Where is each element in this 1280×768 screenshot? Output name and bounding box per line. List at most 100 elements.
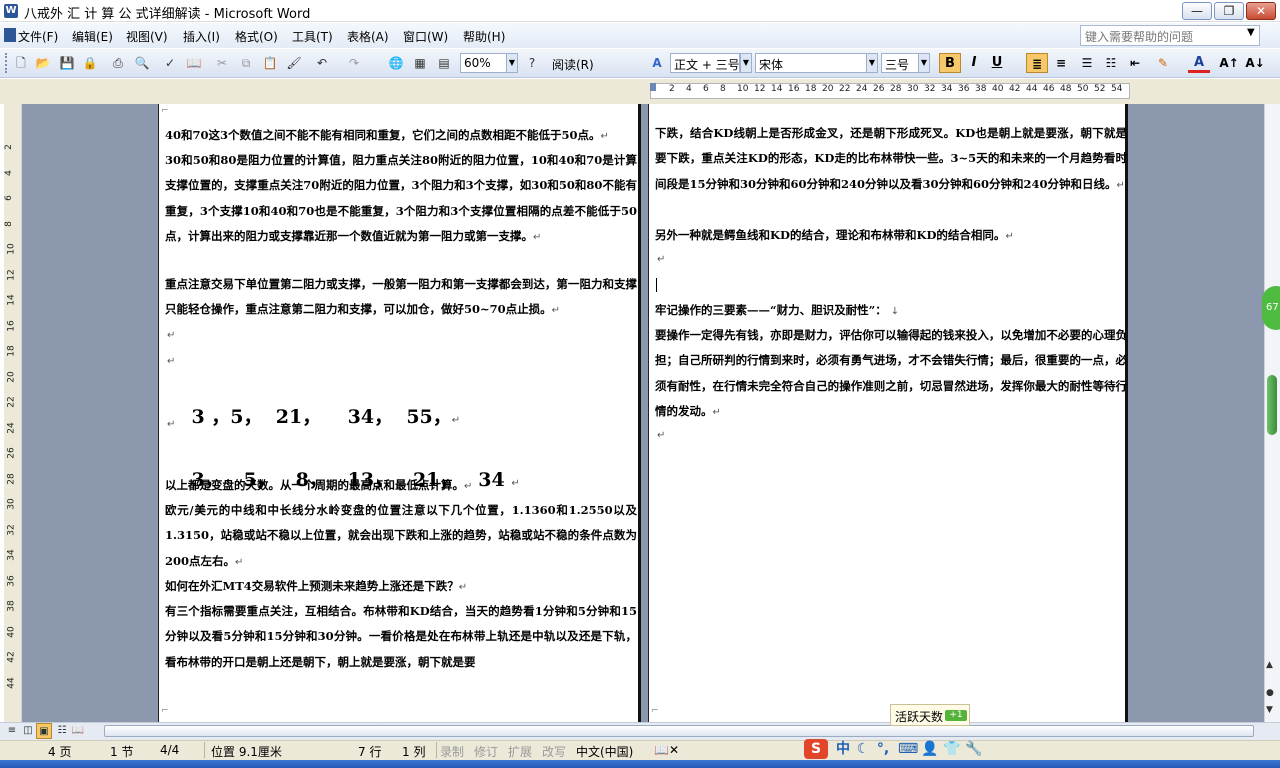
sogou-ime-logo[interactable]: S (804, 739, 828, 759)
style-dropdown-arrow-icon[interactable]: ▼ (740, 53, 752, 73)
ruler-tick-label: 48 (1060, 84, 1072, 94)
font-select[interactable]: 宋体 (755, 53, 867, 73)
print-icon[interactable]: ⎙ (108, 53, 128, 73)
underline-button[interactable]: U (986, 53, 1008, 73)
menu-file[interactable]: 文件(F) (18, 28, 58, 45)
spelling-status-icon[interactable]: 📖✕ (654, 743, 679, 757)
status-section: 1 节 (110, 745, 134, 759)
research-icon[interactable]: 📖 (184, 53, 204, 73)
zoom-dropdown-arrow-icon[interactable]: ▼ (506, 53, 518, 73)
italic-button[interactable]: I (963, 53, 985, 73)
document-page-right[interactable]: 下跌，结合KD线朝上是否形成金叉，还是朝下形成死叉。KD也是朝上就是要涨，朝下就… (648, 104, 1128, 722)
font-color-icon[interactable]: A (1188, 53, 1210, 73)
font-size-select[interactable]: 三号 (881, 53, 919, 73)
normal-view-icon[interactable]: ≡ (4, 723, 20, 739)
grow-font-icon[interactable]: A↑ (1218, 53, 1240, 73)
paragraph[interactable]: 以上都是变盘的天数。从一个周期的最高点和最低点计算。↵ (165, 473, 637, 499)
styles-pane-icon[interactable]: A (647, 53, 667, 73)
first-line-indent-marker[interactable] (650, 83, 656, 91)
menu-table[interactable]: 表格(A) (347, 28, 389, 45)
paragraph[interactable]: 30和50和80是阻力位置的计算值，阻力重点关注80附近的阻力位置，10和40和… (165, 148, 637, 251)
horizontal-scroll-thumb[interactable] (104, 725, 1254, 737)
help-dropdown-arrow-icon[interactable]: ▼ (1247, 27, 1255, 38)
numbered-list-icon[interactable]: ☰ (1076, 53, 1098, 73)
paragraph[interactable]: 有三个指标需要重点关注，互相结合。布林带和KD结合，当天的趋势看1分钟和5分钟和… (165, 599, 637, 675)
help-search-input[interactable]: 键入需要帮助的问题 (1080, 25, 1260, 46)
restore-button[interactable]: ❐ (1214, 2, 1244, 20)
menu-format[interactable]: 格式(O) (235, 28, 278, 45)
paragraph[interactable]: 40和70这3个数值之间不能不能有相同和重复，它们之间的点数相距不能低于50点。… (165, 123, 637, 149)
document-page-left[interactable]: ⌐ 40和70这3个数值之间不能不能有相同和重复，它们之间的点数相距不能低于50… (158, 104, 638, 722)
font-size-dropdown-arrow-icon[interactable]: ▼ (918, 53, 930, 73)
print-preview-icon[interactable]: 🔍 (132, 53, 152, 73)
print-layout-view-icon[interactable]: ▣ (36, 723, 52, 739)
open-folder-icon[interactable]: 📂 (33, 53, 53, 73)
cut-icon[interactable]: ✂ (212, 53, 232, 73)
minimize-button[interactable]: — (1182, 2, 1212, 20)
next-page-icon[interactable]: ▼ (1266, 705, 1273, 715)
word-app-icon[interactable]: W (4, 4, 18, 18)
status-extend[interactable]: 扩展 (508, 743, 532, 760)
moon-icon[interactable]: ☾ (854, 739, 872, 759)
status-track-changes[interactable]: 修订 (474, 743, 498, 760)
paragraph[interactable]: 下跌，结合KD线朝上是否形成金叉，还是朝下形成死叉。KD也是朝上就是要涨，朝下就… (655, 121, 1127, 198)
read-mode-button[interactable]: 阅读(R) (552, 56, 594, 73)
web-layout-view-icon[interactable]: ◫ (20, 723, 36, 739)
close-button[interactable]: ✕ (1246, 2, 1276, 20)
reading-layout-view-icon[interactable]: 📖 (70, 723, 86, 739)
select-browse-object-icon[interactable]: ● (1266, 688, 1274, 698)
menu-help[interactable]: 帮助(H) (463, 28, 505, 45)
save-icon[interactable]: 💾 (57, 53, 77, 73)
new-document-icon[interactable]: 🗋 (11, 53, 31, 73)
outdent-icon[interactable]: ⇤ (1124, 53, 1146, 73)
floating-badge[interactable]: 67 (1262, 286, 1280, 330)
style-select[interactable]: 正文 + 三号 (670, 53, 740, 73)
tables-borders-icon[interactable]: ▦ (410, 53, 430, 73)
menu-edit[interactable]: 编辑(E) (72, 28, 113, 45)
copy-icon[interactable]: ⧉ (236, 53, 256, 73)
menu-insert[interactable]: 插入(I) (183, 28, 220, 45)
previous-page-icon[interactable]: ▲ (1266, 660, 1273, 670)
font-dropdown-arrow-icon[interactable]: ▼ (866, 53, 878, 73)
format-painter-icon[interactable]: 🖌 (284, 53, 304, 73)
align-center-icon[interactable]: ≡ (1050, 53, 1072, 73)
punctuation-icon[interactable]: °, (874, 739, 892, 759)
sequence-line[interactable]: 3 ，5， 21， 34， 55，↵ (165, 380, 460, 451)
paragraph[interactable]: 要操作一定得先有钱，亦即是财力，评估你可以输得起的钱来投入，以免增加不必要的心理… (655, 323, 1127, 426)
vertical-scroll-thumb[interactable] (1267, 375, 1277, 435)
toolbar-grip[interactable] (5, 53, 8, 73)
zoom-select[interactable]: 60% (460, 53, 508, 73)
user-icon[interactable]: 👤 (920, 739, 940, 759)
paragraph[interactable]: 欧元/美元的中线和中长线分水岭变盘的位置注意以下几个位置，1.1360和1.25… (165, 498, 637, 575)
settings-wrench-icon[interactable]: 🔧 (964, 739, 984, 759)
highlight-icon[interactable]: ✎ (1152, 53, 1174, 73)
spelling-icon[interactable]: ✓ (160, 53, 180, 73)
menu-view[interactable]: 视图(V) (126, 28, 168, 45)
document-icon[interactable] (4, 28, 16, 42)
menu-tools[interactable]: 工具(T) (292, 28, 333, 45)
bullet-list-icon[interactable]: ☷ (1100, 53, 1122, 73)
permission-icon[interactable]: 🔒 (80, 53, 100, 73)
insert-table-icon[interactable]: ▤ (434, 53, 454, 73)
paragraph[interactable]: 如何在外汇MT4交易软件上预测未来趋势上涨还是下跌？↵ (165, 574, 637, 600)
help-icon[interactable]: ? (522, 53, 542, 73)
paragraph[interactable]: 另外一种就是鳄鱼线和KD的结合，理论和布林带和KD的结合相同。↵ (655, 223, 1127, 249)
section-heading[interactable]: 牢记操作的三要素——“财力、胆识及耐性”： ↓ (655, 298, 1127, 324)
undo-icon[interactable]: ↶ (312, 53, 332, 73)
outline-view-icon[interactable]: ☷ (54, 723, 70, 739)
justify-icon[interactable]: ≣ (1026, 53, 1048, 73)
status-language[interactable]: 中文(中国) (576, 743, 633, 760)
shrink-font-icon[interactable]: A↓ (1244, 53, 1266, 73)
redo-icon[interactable]: ↷ (344, 53, 364, 73)
status-overtype[interactable]: 改写 (542, 743, 566, 760)
status-record[interactable]: 录制 (440, 743, 464, 760)
bold-button[interactable]: B (939, 53, 961, 73)
paste-icon[interactable]: 📋 (260, 53, 280, 73)
skin-shirt-icon[interactable]: 👕 (942, 739, 962, 759)
keyboard-icon[interactable]: ⌨ (898, 739, 918, 759)
ime-mode-toggle[interactable]: 中 (834, 739, 852, 759)
paragraph[interactable]: 重点注意交易下单位置第二阻力或支撑，一般第一阻力和第一支撑都会到达，第一阻力和支… (165, 272, 637, 324)
menu-window[interactable]: 窗口(W) (403, 28, 448, 45)
hyperlink-icon[interactable]: 🌐 (386, 53, 406, 73)
vertical-ruler-tick-label: 38 (6, 600, 17, 612)
